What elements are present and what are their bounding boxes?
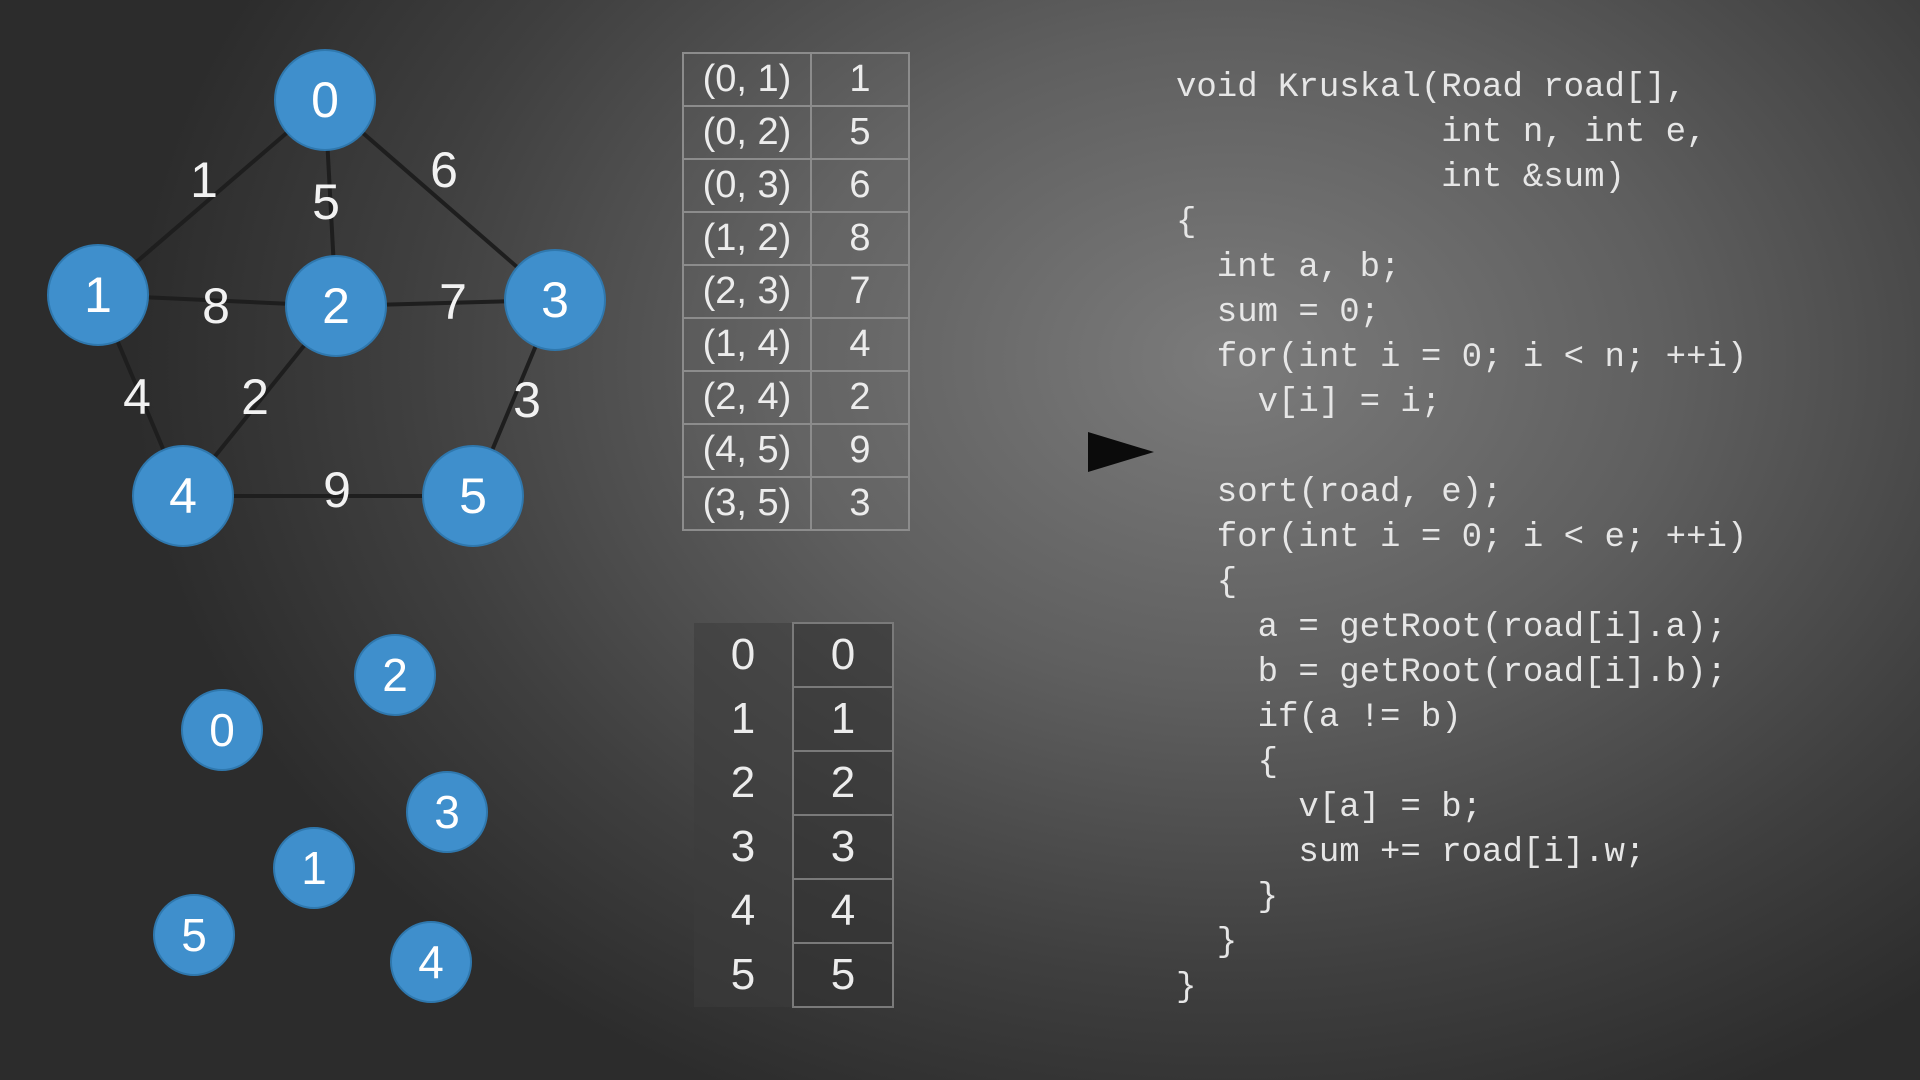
value-cell: 3 bbox=[792, 814, 894, 880]
set-node: 3 bbox=[406, 771, 488, 853]
graph-node: 5 bbox=[422, 445, 524, 547]
index-cell: 3 bbox=[694, 815, 794, 879]
weight-cell: 8 bbox=[810, 211, 910, 266]
kruskal-code-block: void Kruskal(Road road[], int n, int e, … bbox=[1176, 69, 1748, 1007]
weight-label: 8 bbox=[202, 278, 230, 334]
edge-cell: (0, 3) bbox=[682, 158, 812, 213]
set-node: 2 bbox=[354, 634, 436, 716]
edge-cell: (1, 2) bbox=[682, 211, 812, 266]
graph-node: 3 bbox=[504, 249, 606, 351]
weight-label: 7 bbox=[439, 274, 467, 330]
table-row: (2, 3) 7 bbox=[682, 264, 910, 319]
index-cell: 2 bbox=[694, 751, 794, 815]
table-row: 11 bbox=[694, 686, 894, 752]
table-row: 44 bbox=[694, 878, 894, 944]
node-label: 2 bbox=[322, 278, 350, 334]
index-cell: 4 bbox=[694, 879, 794, 943]
disjoint-set-nodes: 2 0 3 1 5 4 bbox=[153, 634, 488, 1003]
table-row: (0, 1) 1 bbox=[682, 52, 910, 107]
weight-cell: 1 bbox=[810, 52, 910, 107]
weight-cell: 9 bbox=[810, 423, 910, 478]
set-node: 5 bbox=[153, 894, 235, 976]
table-row: (2, 4) 2 bbox=[682, 370, 910, 425]
set-node: 4 bbox=[390, 921, 472, 1003]
weight-cell: 2 bbox=[810, 370, 910, 425]
weight-label: 6 bbox=[430, 142, 458, 198]
set-node: 0 bbox=[181, 689, 263, 771]
table-row: (4, 5) 9 bbox=[682, 423, 910, 478]
edge-cell: (0, 1) bbox=[682, 52, 812, 107]
table-row: (1, 2) 8 bbox=[682, 211, 910, 266]
index-cell: 1 bbox=[694, 687, 794, 751]
set-node-label: 3 bbox=[434, 786, 460, 838]
table-row: 00 bbox=[694, 622, 894, 688]
set-node-label: 5 bbox=[181, 909, 207, 961]
edge-weight-table: (0, 1) 1 (0, 2) 5 (0, 3) 6 (1, 2) 8 (2, 3) 7 … bbox=[682, 52, 910, 531]
graph-node: 2 bbox=[285, 255, 387, 357]
weight-label: 9 bbox=[323, 462, 351, 518]
value-cell: 4 bbox=[792, 878, 894, 944]
edge-cell: (2, 4) bbox=[682, 370, 812, 425]
edge-cell: (3, 5) bbox=[682, 476, 812, 531]
parent-array-table: 00 11 22 33 44 55 bbox=[694, 622, 894, 1008]
weight-cell: 5 bbox=[810, 105, 910, 160]
table-row: (1, 4) 4 bbox=[682, 317, 910, 372]
value-cell: 2 bbox=[792, 750, 894, 816]
edge-cell: (4, 5) bbox=[682, 423, 812, 478]
table-row: 55 bbox=[694, 942, 894, 1008]
node-label: 4 bbox=[169, 468, 197, 524]
node-label: 5 bbox=[459, 468, 487, 524]
value-cell: 1 bbox=[792, 686, 894, 752]
table-row: (3, 5) 3 bbox=[682, 476, 910, 531]
table-row: (0, 2) 5 bbox=[682, 105, 910, 160]
weight-label: 4 bbox=[123, 369, 151, 425]
weight-label: 3 bbox=[513, 372, 541, 428]
node-label: 0 bbox=[311, 72, 339, 128]
node-label: 1 bbox=[84, 267, 112, 323]
value-cell: 0 bbox=[792, 622, 894, 688]
table-row: 33 bbox=[694, 814, 894, 880]
graph-node: 1 bbox=[47, 244, 149, 346]
graph-node: 4 bbox=[132, 445, 234, 547]
edge-cell: (1, 4) bbox=[682, 317, 812, 372]
play-arrow-icon bbox=[1088, 432, 1154, 472]
value-cell: 5 bbox=[792, 942, 894, 1008]
set-node-label: 0 bbox=[209, 704, 235, 756]
node-label: 3 bbox=[541, 272, 569, 328]
table-row: 22 bbox=[694, 750, 894, 816]
weight-label: 5 bbox=[312, 174, 340, 230]
weight-cell: 7 bbox=[810, 264, 910, 319]
weight-label: 1 bbox=[190, 152, 218, 208]
weight-label: 2 bbox=[241, 369, 269, 425]
set-node-label: 4 bbox=[418, 936, 444, 988]
weight-cell: 3 bbox=[810, 476, 910, 531]
index-cell: 5 bbox=[694, 943, 794, 1007]
set-node-label: 2 bbox=[382, 649, 408, 701]
weight-cell: 6 bbox=[810, 158, 910, 213]
set-node-label: 1 bbox=[301, 842, 327, 894]
table-row: (0, 3) 6 bbox=[682, 158, 910, 213]
set-node: 1 bbox=[273, 827, 355, 909]
graph-diagram: 1 5 6 8 7 4 2 3 9 0 1 2 3 4 5 2 0 3 1 5 … bbox=[47, 49, 606, 1003]
edge-cell: (2, 3) bbox=[682, 264, 812, 319]
index-cell: 0 bbox=[694, 623, 794, 687]
weight-cell: 4 bbox=[810, 317, 910, 372]
graph-node: 0 bbox=[274, 49, 376, 151]
edge-cell: (0, 2) bbox=[682, 105, 812, 160]
